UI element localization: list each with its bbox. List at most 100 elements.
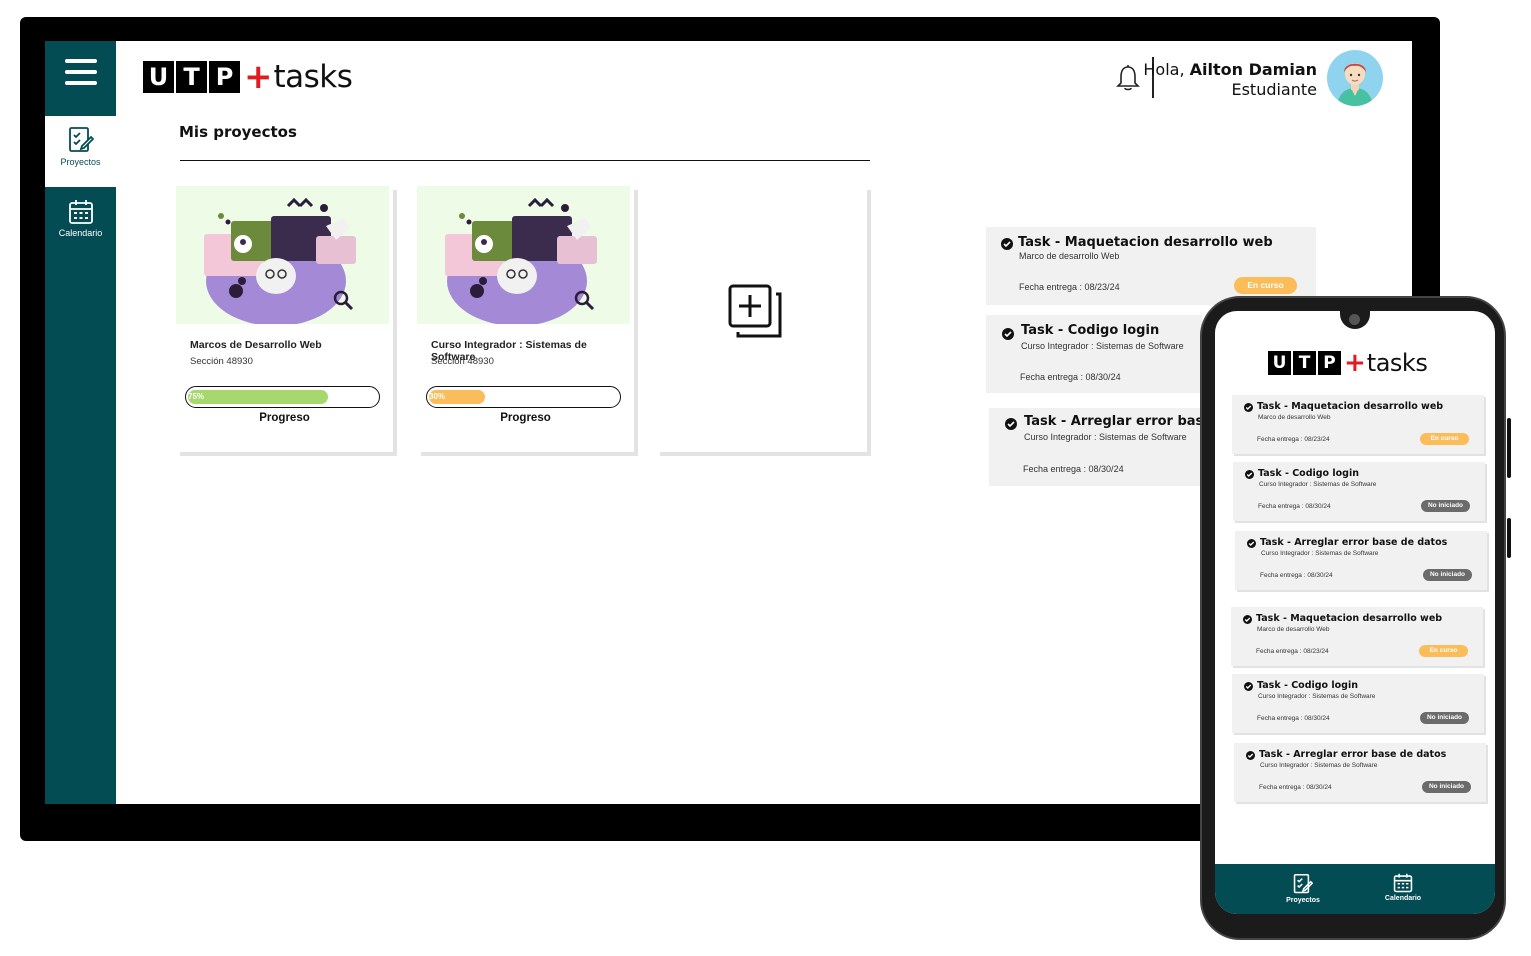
task-card[interactable]: Task - Arreglar error base de datos Curs… [1235,531,1487,590]
project-illustration [176,186,389,324]
project-card[interactable]: Curso Integrador : Sistemas de Software … [417,186,634,452]
check-circle-icon [1002,328,1014,340]
calendar-icon [1393,873,1413,893]
bottom-nav-label: Proyectos [1286,897,1320,904]
task-due-date: Fecha entrega : 08/30/24 [1257,715,1330,722]
logo-letter: T [176,61,207,93]
logo-plus: + [1344,348,1366,378]
avatar[interactable] [1327,50,1383,106]
progress-label: Progreso [500,412,551,424]
status-badge: No iniciado [1420,712,1469,724]
mobile-screen: U T P + tasks Task - Maquetacion desarro… [1215,311,1495,914]
task-card[interactable]: Task - Maquetacion desarrollo web Marco … [986,227,1316,305]
task-checklist-icon [68,127,94,152]
add-project-card[interactable] [656,186,867,452]
task-course: Curso Integrador : Sistemas de Software [1024,432,1187,442]
task-course: Marco de desarrollo Web [1258,414,1331,421]
phone-power-button [1507,518,1511,558]
calendar-icon [68,200,93,224]
task-title: Task - Maquetacion desarrollo web [1018,235,1273,250]
project-section: Sección 48930 [431,356,494,367]
check-circle-icon [1243,615,1252,624]
task-card[interactable]: Task - Codigo login Curso Integrador : S… [1233,462,1485,521]
progress-label: Progreso [259,412,310,424]
task-card[interactable]: Task - Arreglar error base de datos Curs… [1234,743,1486,802]
project-card[interactable]: Marcos de Desarrollo Web Sección 48930 7… [176,186,393,452]
logo-plus: + [244,57,273,97]
task-due-date: Fecha entrega : 08/23/24 [1256,648,1329,655]
task-card[interactable]: Task - Maquetacion desarrollo web Marco … [1231,607,1483,666]
task-title: Task - Codigo login [1258,468,1359,479]
task-title: Task - Codigo login [1021,323,1160,338]
task-course: Marco de desarrollo Web [1257,626,1330,633]
task-card[interactable]: Task - Arreglar error base de datos Curs… [989,408,1280,486]
task-due-date: Fecha entrega : 08/23/24 [1257,436,1330,443]
logo-word: tasks [273,59,353,95]
sidebar: Proyectos Calendario [45,41,116,804]
task-due-date: Fecha entrega : 08/23/24 [1019,282,1120,292]
check-circle-icon [1247,539,1256,548]
project-illustration [417,186,630,324]
user-role: Estudiante [1231,80,1317,99]
phone-camera-notch [1340,311,1370,329]
task-card[interactable]: Task - Codigo login Curso Integrador : S… [1232,674,1484,733]
logo-letter: U [1268,351,1291,375]
task-card[interactable]: Task - Codigo login Curso Integrador : S… [986,315,1202,393]
task-course: Curso Integrador : Sistemas de Software [1021,341,1184,351]
progress-percent: 75% [188,392,205,401]
sidebar-item-calendario[interactable]: Calendario [45,189,116,260]
task-title: Task - Maquetacion desarrollo web [1256,613,1443,624]
status-badge: En curso [1420,433,1469,445]
bottom-nav-proyectos[interactable]: Proyectos [1273,873,1333,904]
bell-icon[interactable] [1116,64,1140,92]
task-due-date: Fecha entrega : 08/30/24 [1260,572,1333,579]
title-divider [180,160,870,161]
logo-word: tasks [1366,349,1428,377]
sidebar-item-label: Proyectos [60,157,101,167]
task-course: Curso Integrador : Sistemas de Software [1258,693,1376,700]
check-circle-icon [1001,238,1013,250]
progress-fill: 30% [429,390,485,404]
task-title: Task - Arreglar error base de datos [1259,749,1447,760]
project-section: Sección 48930 [190,356,253,367]
progress-percent: 30% [429,392,446,401]
hamburger-icon[interactable] [65,59,97,87]
sidebar-item-proyectos[interactable]: Proyectos [45,116,116,187]
add-copy-icon [728,284,782,338]
task-course: Curso Integrador : Sistemas de Software [1261,550,1379,557]
phone-volume-button [1507,418,1511,478]
task-due-date: Fecha entrega : 08/30/24 [1258,503,1331,510]
utp-tasks-logo: U T P + tasks [1268,348,1428,378]
bottom-nav: Proyectos Calendario [1215,864,1495,914]
task-title: Task - Codigo login [1257,680,1358,691]
progress-bar: 30% [426,386,621,408]
status-badge: En curso [1419,645,1468,657]
page-title: Mis proyectos [179,123,297,141]
sidebar-item-label: Calendario [58,228,103,238]
logo-letter: P [1318,351,1341,375]
task-due-date: Fecha entrega : 08/30/24 [1259,784,1332,791]
progress-bar: 75% [185,386,380,408]
greeting-prefix: Hola, [1143,60,1190,79]
task-due-date: Fecha entrega : 08/30/24 [1023,464,1124,474]
task-course: Curso Integrador : Sistemas de Software [1260,762,1378,769]
check-circle-icon [1244,403,1253,412]
utp-tasks-logo: U T P + tasks [143,57,353,97]
bottom-nav-label: Calendario [1384,895,1422,902]
task-course: Curso Integrador : Sistemas de Software [1259,481,1377,488]
check-circle-icon [1244,682,1253,691]
task-due-date: Fecha entrega : 08/30/24 [1020,372,1121,382]
status-badge: No iniciado [1422,781,1471,793]
logo-letter: P [209,61,240,93]
logo-letter: T [1293,351,1316,375]
check-circle-icon [1246,751,1255,760]
user-greeting: Hola, Ailton Damian Estudiante [1143,60,1317,100]
progress-fill: 75% [188,390,328,404]
task-title: Task - Maquetacion desarrollo web [1257,401,1444,412]
task-title: Task - Arreglar error base de datos [1260,537,1448,548]
bottom-nav-calendario[interactable]: Calendario [1373,873,1433,902]
task-checklist-icon [1293,874,1313,894]
task-card[interactable]: Task - Maquetacion desarrollo web Marco … [1232,395,1484,454]
project-name: Marcos de Desarrollo Web [190,339,322,351]
status-badge: No iniciado [1421,500,1470,512]
